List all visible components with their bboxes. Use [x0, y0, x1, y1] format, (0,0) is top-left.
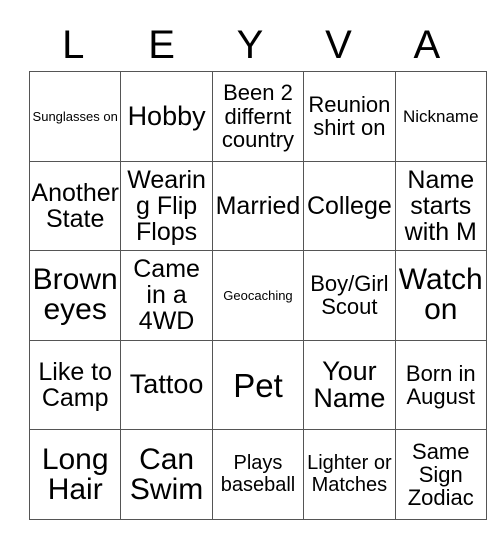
bingo-cell[interactable]: Like to Camp — [28, 339, 122, 431]
bingo-cell-label: Lighter or Matches — [307, 452, 392, 496]
bingo-cell-label: Born in August — [405, 360, 476, 410]
bingo-cell-label: Boy/Girl Scout — [310, 271, 389, 320]
bingo-card: L E Y V A Sunglasses on Hobby Been 2 dif… — [0, 0, 500, 544]
header-letter-4: V — [325, 22, 352, 67]
bingo-cell-label: Geocaching — [223, 287, 293, 303]
bingo-cell[interactable]: Same Sign Zodiac — [394, 429, 487, 520]
bingo-cell[interactable]: Born in August — [394, 339, 487, 431]
bingo-header-letters: L E Y V A — [29, 18, 471, 71]
bingo-cell-label: Pet — [233, 366, 283, 404]
header-letter-5: A — [413, 22, 441, 67]
bingo-cell-label: Brown eyes — [32, 263, 118, 327]
bingo-cell-label: College — [306, 191, 392, 220]
bingo-cell[interactable]: Pet — [211, 339, 305, 431]
bingo-cell-label: Married — [215, 191, 301, 220]
bingo-cell[interactable]: Lighter or Matches — [303, 429, 396, 520]
bingo-cell-label: Another State — [31, 178, 119, 233]
bingo-cell[interactable]: Another State — [28, 160, 122, 252]
bingo-cell-label: Tattoo — [129, 369, 204, 400]
bingo-cell[interactable]: Sunglasses on — [28, 71, 122, 162]
bingo-cell-label: Been 2 differnt country — [221, 80, 295, 152]
bingo-cell[interactable]: Watch on — [394, 250, 487, 341]
bingo-cell[interactable]: Can Swim — [120, 429, 213, 520]
bingo-cell-label: Plays baseball — [220, 452, 296, 496]
bingo-cell[interactable]: Came in a 4WD — [120, 250, 213, 341]
bingo-cell-label: Like to Camp — [38, 358, 113, 413]
bingo-cell-label: Reunion shirt on — [308, 91, 391, 141]
bingo-cell-label: Your Name — [313, 355, 386, 414]
bingo-cell-label: Came in a 4WD — [133, 255, 200, 336]
header-letter-2: E — [148, 22, 175, 67]
bingo-cell[interactable]: Name starts with M — [394, 160, 487, 252]
bingo-cell[interactable]: Hobby — [120, 71, 213, 162]
bingo-cell-label: Long Hair — [41, 442, 109, 506]
bingo-cell[interactable]: Long Hair — [28, 429, 122, 520]
bingo-row: Another State Wearing Flip Flops Married… — [28, 160, 487, 252]
bingo-cell[interactable]: Boy/Girl Scout — [303, 250, 396, 341]
bingo-cell[interactable]: Wearing Flip Flops — [120, 160, 213, 252]
bingo-row: Brown eyes Came in a 4WD Geocaching Boy/… — [28, 250, 487, 341]
bingo-cell-label: Wearing Flip Flops — [127, 165, 206, 246]
bingo-cell-label: Name starts with M — [404, 165, 477, 246]
bingo-cell-label: Hobby — [127, 100, 206, 131]
bingo-row: Sunglasses on Hobby Been 2 differnt coun… — [28, 71, 487, 162]
bingo-cell-label: Watch on — [398, 263, 483, 327]
bingo-cell[interactable]: Reunion shirt on — [303, 71, 396, 162]
bingo-cell[interactable]: College — [303, 160, 396, 252]
bingo-cell[interactable]: Plays baseball — [211, 429, 305, 520]
bingo-cell-label: Sunglasses on — [32, 108, 118, 124]
bingo-cell[interactable]: Nickname — [394, 71, 487, 162]
bingo-cell[interactable]: Tattoo — [120, 339, 213, 431]
bingo-row: Long Hair Can Swim Plays baseball Lighte… — [28, 429, 487, 520]
header-letter-1: L — [62, 22, 85, 67]
bingo-cell[interactable]: Your Name — [303, 339, 396, 431]
header-letter-3: Y — [236, 22, 264, 67]
bingo-row: Like to Camp Tattoo Pet Your Name Born i… — [28, 339, 487, 431]
bingo-cell[interactable]: Brown eyes — [28, 250, 122, 341]
bingo-cell[interactable]: Been 2 differnt country — [211, 71, 305, 162]
bingo-cell[interactable]: Geocaching — [211, 250, 305, 341]
bingo-cell-label: Nickname — [402, 106, 479, 126]
bingo-grid: Sunglasses on Hobby Been 2 differnt coun… — [28, 71, 487, 520]
bingo-cell-label: Can Swim — [129, 442, 204, 506]
bingo-cell-label: Same Sign Zodiac — [407, 438, 474, 511]
bingo-cell[interactable]: Married — [211, 160, 305, 252]
